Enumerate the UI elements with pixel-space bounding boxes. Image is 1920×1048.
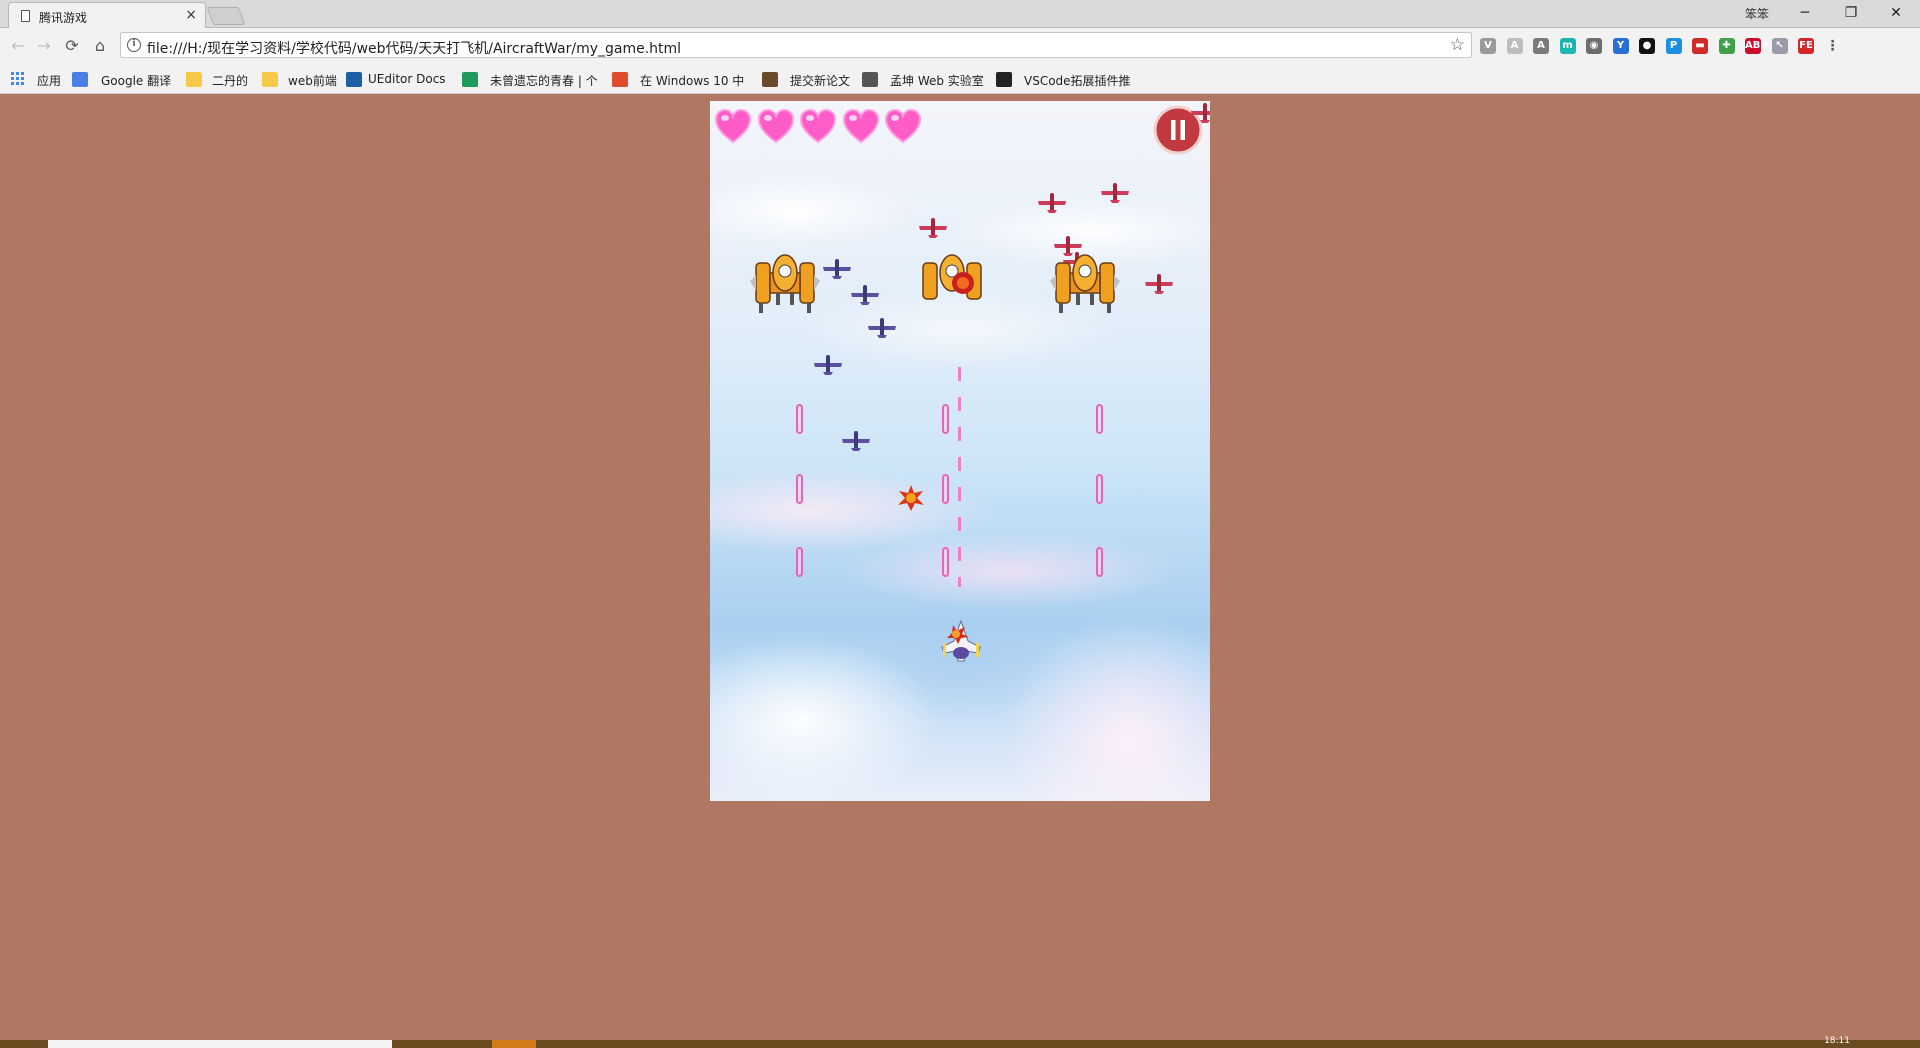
enemy-plane [851,285,879,305]
boss-plane [1050,254,1120,313]
heart-icon [842,109,879,144]
fe-icon[interactable]: FE [1798,38,1814,54]
home-button[interactable]: ⌂ [90,36,110,56]
restore-button[interactable]: ❐ [1831,2,1871,24]
thesis-icon [762,72,778,87]
folder-icon [262,72,278,87]
record-icon[interactable]: ● [1639,38,1655,54]
bookmarks-bar: 应用 Google 翻译 二丹的 web前端 UEditor Docs 未曾遗忘的青春 |… [0,66,1920,94]
info-icon[interactable]: i [127,38,141,52]
site-icon [462,72,478,87]
colorzilla-icon[interactable]: ✚ [1718,38,1735,54]
search-ext-icon[interactable]: P [1665,38,1682,54]
boss-bullet [1096,404,1103,434]
boss-bullet [942,404,949,434]
heart-icon [884,109,922,144]
bookmark-vscode-ext[interactable]: VSCode拓展插件推 [1024,72,1131,89]
reload-button[interactable]: ⟳ [62,36,82,56]
bookmark-google-translate[interactable]: Google 翻译 [101,72,171,89]
bookmark-star-icon[interactable]: ☆ [1450,35,1465,55]
ueditor-icon [346,72,362,87]
menu-icon[interactable]: ⋮ [1824,38,1841,54]
enemy-plane [1191,103,1210,123]
cursor-ext-icon[interactable]: ↖ [1771,38,1788,54]
window-user-label: 笨笨 [1745,7,1770,21]
bookmark-youth[interactable]: 未曾遗忘的青春 | 个 [490,72,598,89]
address-bar[interactable]: i file:///H:/现在学习资料/学校代码/web代码/天天打飞机/Air… [120,32,1472,58]
enemy-plane [814,355,842,375]
bookmark-mengkun[interactable]: 孟坤 Web 实验室 [890,72,984,89]
folder-icon [186,72,202,87]
boss-bullet [796,547,803,577]
close-window-button[interactable]: ✕ [1876,2,1916,24]
ext-a-icon[interactable]: A [1506,38,1523,54]
taskbar-app[interactable] [492,1040,536,1048]
heart-icon [799,109,837,144]
bookmark-windows10[interactable]: 在 Windows 10 中 [640,72,744,89]
forward-button[interactable]: → [34,36,54,56]
enemy-plane [842,431,870,451]
boss-bullet [942,474,949,504]
heart-icon [757,109,794,144]
boss-plane [750,254,820,313]
bookmark-apps[interactable]: 应用 [37,72,61,89]
enemy-plane [823,259,851,279]
y-icon[interactable]: Y [1612,38,1629,54]
boss-bullet [942,547,949,577]
tools-icon [862,72,878,87]
minimize-button[interactable]: ─ [1785,2,1825,24]
taskbar-active-window[interactable] [48,1040,392,1048]
url-text[interactable]: file:///H:/现在学习资料/学校代码/web代码/天天打飞机/Aircr… [147,38,681,58]
new-tab-button[interactable] [206,7,246,25]
boss-bullet [796,474,803,504]
enemy-plane [919,218,947,238]
player-plane[interactable] [938,617,984,665]
ghostery-icon[interactable]: ◉ [1586,38,1602,54]
translate-icon [72,72,88,87]
bookmark-ueditor[interactable]: UEditor Docs [368,72,446,86]
tab-close-button[interactable]: × [185,7,197,23]
boss-plane [922,254,982,300]
explosion-icon [898,485,924,511]
boss-bullet [796,404,803,434]
bookmark-thesis[interactable]: 提交新论文 [790,72,850,89]
boss-bullet [1096,547,1103,577]
taskbar: 18:11 [0,1036,1920,1048]
enemy-plane [1101,183,1129,203]
apps-grid-icon [10,72,26,87]
browser-toolbar: ← → ⟳ ⌂ i file:///H:/现在学习资料/学校代码/web代码/天… [0,28,1920,66]
page-icon [21,10,30,22]
tab-title: 腾讯游戏 [39,11,88,25]
enemy-plane [868,318,896,338]
game-canvas[interactable] [710,101,1210,801]
windows-icon [612,72,628,87]
back-button[interactable]: ← [8,36,28,56]
m-icon[interactable]: m [1559,38,1576,54]
bookmark-web-frontend[interactable]: web前端 [288,72,337,89]
player-laser [958,367,961,587]
red-ext-icon[interactable]: ▬ [1692,38,1708,54]
tab-strip: 腾讯游戏 × 笨笨 ─ ❐ ✕ [0,0,1920,28]
heart-icon [714,109,752,144]
angular-icon[interactable]: A [1533,38,1549,54]
enemy-plane [1145,274,1173,294]
github-icon [996,72,1012,87]
abp-icon[interactable]: ABP [1745,38,1768,54]
tab-active[interactable]: 腾讯游戏 × [8,2,206,28]
bookmark-erdan[interactable]: 二丹的 [212,72,248,89]
boss-bullet [1096,474,1103,504]
vue-icon[interactable]: V [1480,38,1496,54]
enemy-plane [1038,193,1066,213]
taskbar-clock: 18:11 [1824,1036,1850,1046]
